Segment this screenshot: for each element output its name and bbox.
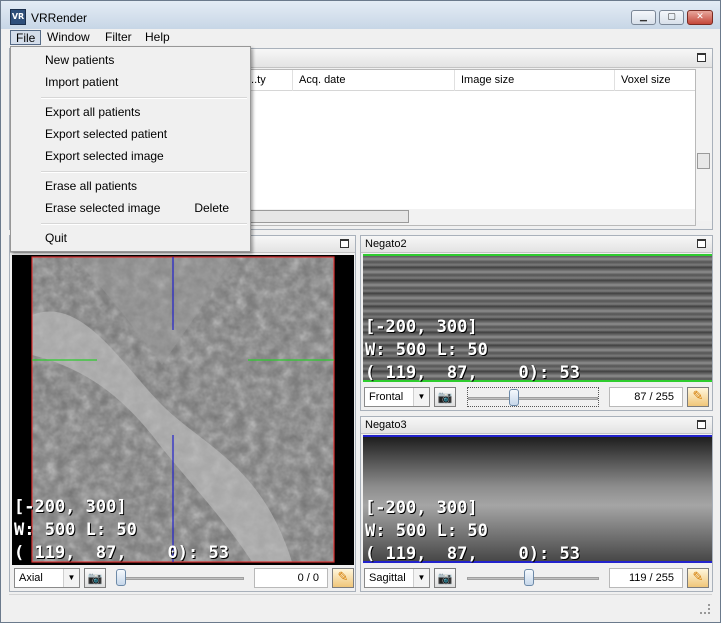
menu-separator [41,97,247,99]
chevron-down-icon: ▼ [63,569,79,587]
slider-track [116,577,244,580]
app-icon: VR [10,9,26,25]
menu-item-label: Erase selected image [45,201,161,215]
menu-help[interactable]: Help [140,30,175,45]
orientation-value: Sagittal [369,572,406,584]
sagittal-viewport[interactable]: [-200, 300] W: 500 L: 50 ( 119, 87, 0): … [363,435,712,563]
status-bar [9,594,712,616]
main-window: VR VRRender ▁ ▢ ✕ File Window Filter Hel… [0,0,721,623]
menu-item-label: Import patient [45,75,119,89]
pencil-icon[interactable]: ✎ [687,568,709,588]
orientation-select[interactable]: Sagittal ▼ [364,568,430,588]
menu-item-erase-selected-image[interactable]: Erase selected image Delete [12,198,249,218]
menu-item-import-patient[interactable]: Import patient [12,72,249,92]
slider-knob[interactable] [524,569,534,586]
menu-window[interactable]: Window [42,30,95,45]
menu-item-label: Export selected image [45,149,164,163]
chevron-down-icon: ▼ [413,388,429,406]
slice-slider[interactable] [467,387,599,407]
menu-item-export-selected-patient[interactable]: Export selected patient [12,124,249,144]
camera-icon[interactable]: 📷 [434,387,456,407]
menu-item-label: Export selected patient [45,127,168,141]
menu-bar: File Window Filter Help [1,29,720,46]
slice-index: 119 / 255 [609,568,683,588]
slider-track [468,397,598,400]
slider-knob[interactable] [116,569,126,586]
frontal-controls: Frontal ▼ 📷 87 / 255 ✎ [363,384,712,410]
resize-grip[interactable] [700,604,710,614]
undock-icon[interactable] [697,53,706,62]
menu-item-label: Quit [45,231,68,245]
minimize-button[interactable]: ▁ [631,10,656,25]
axial-overlay-range: [-200, 300] [14,497,127,517]
window-title: VRRender [31,11,88,25]
axial-overlay-voxel: ( 119, 87, 0): 53 [14,543,229,563]
sagittal-controls: Sagittal ▼ 📷 119 / 255 ✎ [363,565,712,591]
axial-viewport[interactable]: [-200, 300] W: 500 L: 50 ( 119, 87, 0): … [12,255,354,565]
menu-separator [41,223,247,225]
column-header-acq-date[interactable]: Acq. date [292,70,450,91]
vertical-scrollbar[interactable] [696,69,712,221]
menu-item-erase-all-patients[interactable]: Erase all patients [12,176,249,196]
slider-knob[interactable] [509,389,519,406]
cursor-line [363,254,712,256]
column-header-image-size[interactable]: Image size [454,70,612,91]
dock-title: Negato2 [361,236,712,253]
scroll-thumb[interactable] [697,153,710,169]
title-bar[interactable]: VR VRRender ▁ ▢ ✕ [1,1,720,29]
menu-item-export-selected-image[interactable]: Export selected image [12,146,249,166]
orientation-value: Axial [19,572,43,584]
slice-index: 0 / 0 [254,568,328,588]
menu-item-label: Erase all patients [45,179,138,193]
undock-icon[interactable] [340,239,349,248]
slice-slider[interactable] [467,568,599,588]
menu-separator [41,171,247,173]
frontal-overlay-window-level: W: 500 L: 50 [365,340,488,360]
negato3-dock: Negato3 [-200, 300] W: 500 L: 50 ( 119, … [360,416,713,592]
sagittal-overlay-window-level: W: 500 L: 50 [365,521,488,541]
frontal-overlay-voxel: ( 119, 87, 0): 53 [365,363,580,382]
close-button[interactable]: ✕ [687,10,713,25]
orientation-value: Frontal [369,391,404,403]
undock-icon[interactable] [697,420,706,429]
pencil-icon[interactable]: ✎ [687,387,709,407]
menu-file[interactable]: File [10,30,42,45]
axial-view-dock: [-200, 300] W: 500 L: 50 ( 119, 87, 0): … [9,235,356,592]
undock-icon[interactable] [697,239,706,248]
slice-index: 87 / 255 [609,387,683,407]
pencil-icon[interactable]: ✎ [332,568,354,588]
sagittal-overlay-voxel: ( 119, 87, 0): 53 [365,544,580,563]
menu-item-shortcut: Delete [194,201,229,215]
camera-icon[interactable]: 📷 [434,568,456,588]
sagittal-overlay-range: [-200, 300] [365,498,478,518]
cursor-line [363,435,712,437]
chevron-down-icon: ▼ [413,569,429,587]
menu-item-label: New patients [45,53,115,67]
frontal-overlay-range: [-200, 300] [365,317,478,337]
column-header-voxel-size[interactable]: Voxel size [614,70,695,91]
menu-item-label: Export all patients [45,105,141,119]
negato2-dock: Negato2 [-200, 300] W: 500 L: 50 ( 119, … [360,235,713,411]
axial-overlay-window-level: W: 500 L: 50 [14,520,137,540]
slice-slider[interactable] [116,568,244,588]
maximize-button[interactable]: ▢ [659,10,684,25]
menu-item-quit[interactable]: Quit [12,228,249,248]
menu-item-export-all-patients[interactable]: Export all patients [12,102,249,122]
axial-controls: Axial ▼ 📷 0 / 0 ✎ [12,565,355,591]
menu-filter[interactable]: Filter [100,30,137,45]
frontal-viewport[interactable]: [-200, 300] W: 500 L: 50 ( 119, 87, 0): … [363,254,712,382]
menu-item-new-patients[interactable]: New patients [12,50,249,70]
orientation-select[interactable]: Axial ▼ [14,568,80,588]
file-menu-dropdown: New patients Import patient Export all p… [10,46,251,252]
dock-title: Negato3 [361,417,712,434]
scroll-thumb[interactable] [249,210,409,223]
orientation-select[interactable]: Frontal ▼ [364,387,430,407]
camera-icon[interactable]: 📷 [84,568,106,588]
